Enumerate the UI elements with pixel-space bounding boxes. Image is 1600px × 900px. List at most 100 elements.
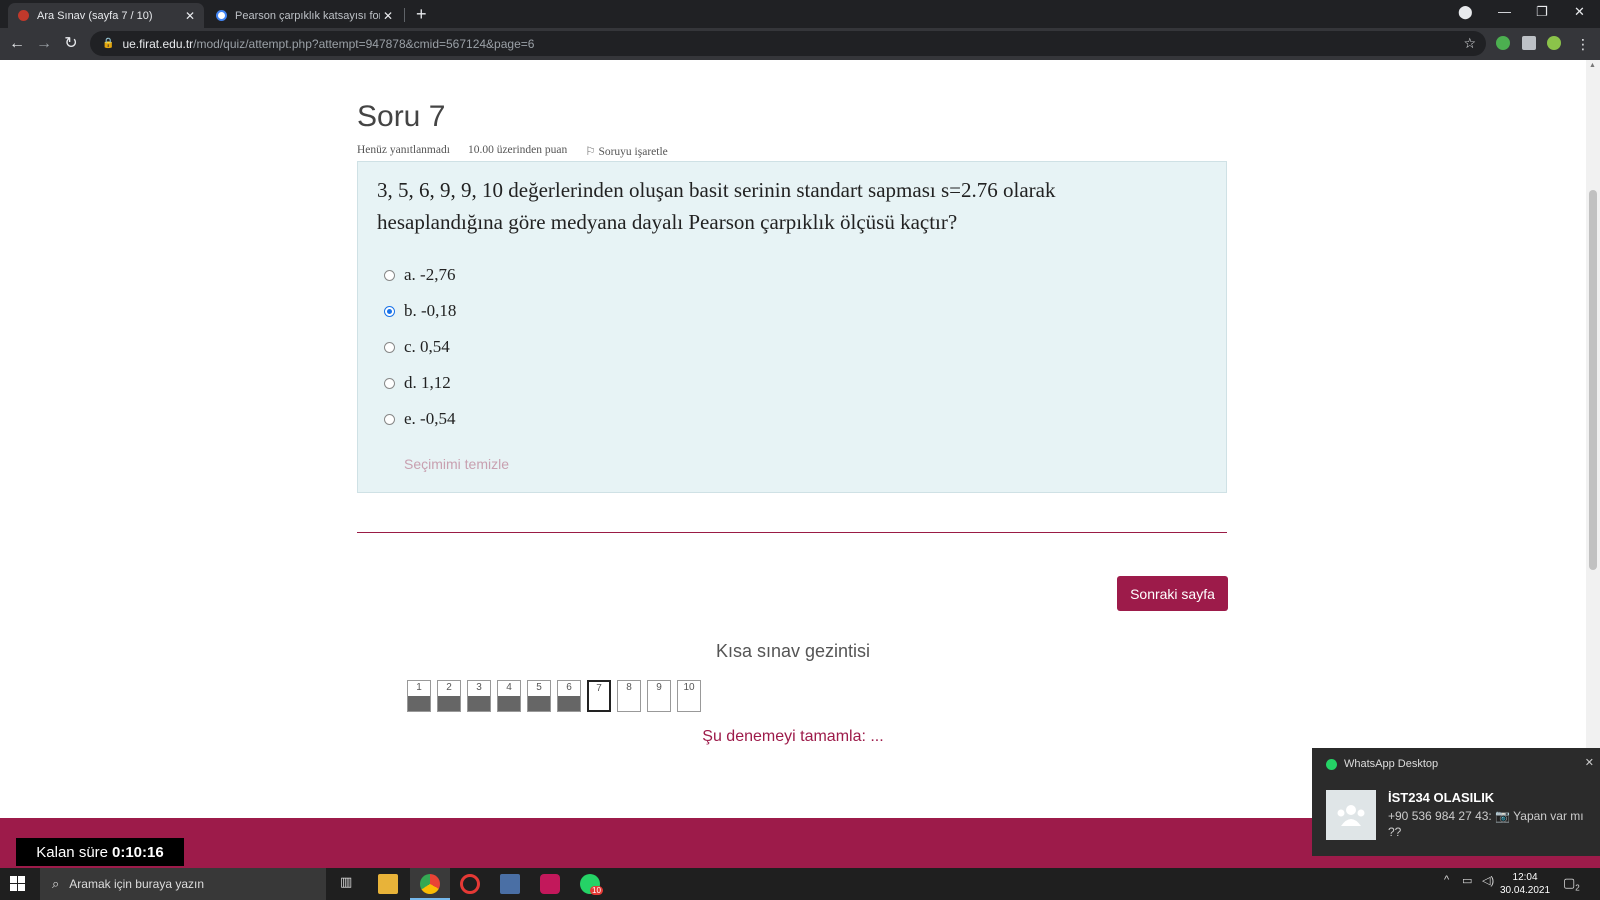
moodle-favicon-icon [18,10,29,21]
minimize-icon[interactable]: — [1498,4,1511,19]
profile-avatar[interactable] [1547,36,1561,50]
tab-google-search[interactable]: Pearson çarpıklık katsayısı formülü ✕ [206,3,402,28]
group-avatar-icon [1326,790,1376,840]
notification-app-name: WhatsApp Desktop [1344,758,1439,770]
next-page-button[interactable]: Sonraki sayfa [1117,576,1228,611]
tab-quiz[interactable]: Ara Sınav (sayfa 7 / 10) ✕ [8,3,204,28]
url-host: ue.firat.edu.tr [122,36,194,51]
clock-time: 12:04 [1512,872,1538,883]
tab-search-icon[interactable]: ⬤ [1458,4,1473,20]
notification-message: +90 536 984 27 43: 📷 Yapan var mı ?? [1388,809,1584,839]
section-divider [357,532,1227,533]
notification-group-name: İST234 OLASILIK [1388,790,1495,805]
option-b[interactable]: b. -0,18 [384,301,456,321]
close-notification-icon[interactable]: ✕ [1585,756,1594,769]
scroll-thumb[interactable] [1589,190,1597,570]
quiz-nav-button-3[interactable]: 3 [467,680,491,712]
quiz-nav-button-9[interactable]: 9 [647,680,671,712]
notification-center-icon[interactable]: ▢2 [1563,875,1580,893]
scroll-up-icon[interactable]: ▲ [1589,62,1596,69]
tab-separator [404,8,405,22]
extension-icon[interactable] [1496,36,1510,50]
clear-selection-link[interactable]: Seçimimi temizle [404,456,509,472]
app-icon[interactable] [540,874,560,894]
windows-taskbar: ⌕ Aramak için buraya yazın ▥ 10 ^ ▭ ◁) 1… [0,868,1600,900]
search-placeholder: Aramak için buraya yazın [69,877,205,891]
quiz-nav-button-2[interactable]: 2 [437,680,461,712]
volume-icon[interactable]: ◁) [1482,874,1494,887]
whatsapp-notification[interactable]: WhatsApp Desktop ✕ İST234 OLASILIK +90 5… [1312,748,1600,856]
option-label: d. 1,12 [404,373,451,392]
option-label: c. 0,54 [404,337,450,356]
radio-option-b[interactable] [384,305,395,317]
whatsapp-icon [1326,758,1337,770]
quiz-nav-button-6[interactable]: 6 [557,680,581,712]
quiz-nav-button-5[interactable]: 5 [527,680,551,712]
file-explorer-icon[interactable] [378,874,398,894]
question-points: 10.00 üzerinden puan [467,144,568,156]
lock-icon: 🔒 [102,38,115,49]
extensions-puzzle-icon[interactable] [1522,36,1536,50]
close-tab-icon[interactable]: ✕ [182,9,198,23]
radio-option-c[interactable] [384,341,395,353]
flag-question-link[interactable]: ⚐ Soruyu işaretle [585,144,668,158]
question-info: Henüz yanıtlanmadı 10.00 üzerinden puan … [357,144,668,158]
page-scrollbar[interactable]: ▲ ▼ [1586,60,1600,868]
notification-app: WhatsApp Desktop [1326,758,1438,770]
quiz-nav-button-7[interactable]: 7 [587,680,611,712]
radio-option-a[interactable] [384,269,395,281]
quiz-nav-button-1[interactable]: 1 [407,680,431,712]
whatsapp-badge: 10 [590,886,603,895]
option-label: e. -0,54 [404,409,456,428]
tab-title: Pearson çarpıklık katsayısı formülü [235,9,380,22]
url-path: /mod/quiz/attempt.php?attempt=947878&cmi… [193,36,535,51]
option-label: a. -2,76 [404,265,456,284]
quiz-nav-button-8[interactable]: 8 [617,680,641,712]
chrome-icon[interactable] [420,874,440,894]
network-icon[interactable]: ▭ [1462,874,1472,887]
browser-tab-strip: Ara Sınav (sayfa 7 / 10) ✕ Pearson çarpı… [0,0,1600,28]
quiz-navigation-title: Kısa sınav gezintisi [715,641,871,661]
task-view-icon[interactable]: ▥ [340,874,352,890]
timer-value: 0:10:16 [112,843,164,861]
radio-option-d[interactable] [384,377,395,389]
notification-count: 2 [1575,883,1580,893]
quiz-nav-button-10[interactable]: 10 [677,680,701,712]
flag-icon: ⚐ [585,146,599,158]
bookmark-star-icon[interactable]: ☆ [1463,35,1476,52]
close-window-icon[interactable]: ✕ [1574,4,1585,20]
quiz-timer: Kalan süre 0:10:16 [16,838,184,866]
new-tab-button[interactable]: + [416,3,427,25]
windows-start-icon[interactable] [10,876,25,891]
back-arrow-icon[interactable]: ← [6,33,28,55]
question-status: Henüz yanıtlanmadı [357,144,450,156]
tray-chevron-icon[interactable]: ^ [1444,874,1449,886]
taskbar-clock[interactable]: 12:04 30.04.2021 [1500,871,1550,897]
reload-icon[interactable]: ↻ [60,33,82,55]
clock-date: 30.04.2021 [1500,885,1551,896]
radio-option-e[interactable] [384,413,395,425]
option-a[interactable]: a. -2,76 [384,265,455,285]
menu-kebab-icon[interactable]: ⋮ [1572,33,1594,55]
opera-icon[interactable] [460,874,480,894]
finish-attempt-link[interactable]: Şu denemeyi tamamla: ... [0,728,1586,746]
option-c[interactable]: c. 0,54 [384,337,450,357]
option-e[interactable]: e. -0,54 [384,409,455,429]
question-box: 3, 5, 6, 9, 9, 10 değerlerinden oluşan b… [357,161,1227,493]
google-favicon-icon [216,10,227,21]
close-tab-icon[interactable]: ✕ [380,9,396,23]
search-icon: ⌕ [52,876,60,891]
taskbar-search-box[interactable]: ⌕ Aramak için buraya yazın [40,868,326,900]
restore-icon[interactable]: ❐ [1536,4,1548,20]
option-label: b. -0,18 [404,301,457,320]
question-text: 3, 5, 6, 9, 9, 10 değerlerinden oluşan b… [377,178,1056,234]
timer-label: Kalan süre [36,843,108,861]
photos-icon[interactable] [500,874,520,894]
forward-arrow-icon[interactable]: → [33,33,55,55]
option-d[interactable]: d. 1,12 [384,373,451,393]
address-bar[interactable]: 🔒 ue.firat.edu.tr/mod/quiz/attempt.php?a… [90,31,1486,56]
quiz-navigation: 1 2 3 4 5 6 7 8 9 10 [407,680,701,712]
question-heading: Soru 7 [357,100,446,133]
quiz-nav-button-4[interactable]: 4 [497,680,521,712]
browser-toolbar: ← → ↻ 🔒 ue.firat.edu.tr/mod/quiz/attempt… [0,28,1600,60]
